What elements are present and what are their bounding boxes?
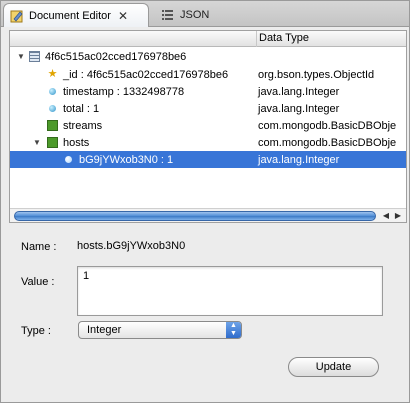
tree-row-name: _id : 4f6c515ac02cced176978be6 <box>63 68 229 81</box>
type-select-value: Integer <box>87 324 122 336</box>
tab-document-editor[interactable]: Document Editor ✕ <box>3 3 149 27</box>
scroll-right-arrow-icon[interactable]: ▶ <box>392 210 404 222</box>
tree-row-name: streams <box>63 119 103 132</box>
tree-row-type: org.bson.types.ObjectId <box>258 68 375 81</box>
value-label: Value : <box>21 276 55 288</box>
name-value: hosts.bG9jYWxob3N0 <box>77 240 186 252</box>
tab-document-editor-label: Document Editor <box>29 9 111 22</box>
object-square-icon <box>47 137 58 148</box>
document-tree-table[interactable]: Data Type ▼ 4f6c515ac02cced176978be6 ★ _… <box>9 30 407 223</box>
tree-row-name: total : 1 <box>63 102 100 115</box>
expand-arrow-icon[interactable]: ▼ <box>16 52 26 61</box>
tree-row-type: com.mongodb.BasicDBObje <box>258 136 397 149</box>
tree-row-type: java.lang.Integer <box>258 153 340 166</box>
tree-row-type: java.lang.Integer <box>258 102 340 115</box>
type-select[interactable]: Integer ▲ ▼ <box>78 321 242 339</box>
value-textarea[interactable]: 1 <box>77 266 383 316</box>
tree-row-id[interactable]: ★ _id : 4f6c515ac02cced176978be6 org.bso… <box>10 66 406 83</box>
type-label: Type : <box>21 325 51 337</box>
tree-row-root[interactable]: ▼ 4f6c515ac02cced176978be6 <box>10 48 406 65</box>
document-editor-window: Document Editor ✕ JSON Data Type ▼ 4f6c5… <box>0 0 410 403</box>
tree-row-name: hosts <box>63 136 90 149</box>
scrollbar-thumb[interactable] <box>14 211 376 221</box>
expand-arrow-icon[interactable]: ▼ <box>32 138 42 147</box>
data-type-column-header[interactable]: Data Type <box>259 32 309 44</box>
tree-row-timestamp[interactable]: timestamp : 1332498778 java.lang.Integer <box>10 83 406 100</box>
key-star-icon: ★ <box>47 68 58 80</box>
tree-row-streams[interactable]: streams com.mongodb.BasicDBObje <box>10 117 406 134</box>
horizontal-scrollbar[interactable]: ◀ ▶ <box>10 208 406 222</box>
tree-row-type: com.mongodb.BasicDBObje <box>258 119 397 132</box>
json-list-icon <box>161 8 175 22</box>
document-icon <box>29 51 40 62</box>
field-dot-icon <box>65 156 72 163</box>
tree-row-total[interactable]: total : 1 java.lang.Integer <box>10 100 406 117</box>
field-dot-icon <box>49 88 56 95</box>
object-square-icon <box>47 120 58 131</box>
tree-row-type: java.lang.Integer <box>258 85 340 98</box>
tab-json[interactable]: JSON <box>155 3 225 27</box>
close-tab-icon[interactable]: ✕ <box>118 9 128 23</box>
tree-row-name: bG9jYWxob3N0 : 1 <box>79 153 174 166</box>
property-detail-panel: Name : hosts.bG9jYWxob3N0 Value : 1 Type… <box>1 229 409 402</box>
field-dot-icon <box>49 105 56 112</box>
document-editor-icon <box>10 9 24 23</box>
tree-row-name: 4f6c515ac02cced176978be6 <box>45 50 187 63</box>
tab-bar: Document Editor ✕ JSON <box>1 1 409 27</box>
tree-row-hosts[interactable]: ▼ hosts com.mongodb.BasicDBObje <box>10 134 406 151</box>
tree-header: Data Type <box>10 31 406 47</box>
tree-row-selected-host[interactable]: bG9jYWxob3N0 : 1 java.lang.Integer <box>10 151 406 168</box>
select-arrows-icon: ▲ ▼ <box>226 322 241 338</box>
tab-json-label: JSON <box>180 9 210 21</box>
name-column-header[interactable] <box>10 31 257 47</box>
update-button[interactable]: Update <box>288 357 379 377</box>
tree-row-name: timestamp : 1332498778 <box>63 85 185 98</box>
name-label: Name : <box>21 241 57 253</box>
scroll-left-arrow-icon[interactable]: ◀ <box>380 210 392 222</box>
